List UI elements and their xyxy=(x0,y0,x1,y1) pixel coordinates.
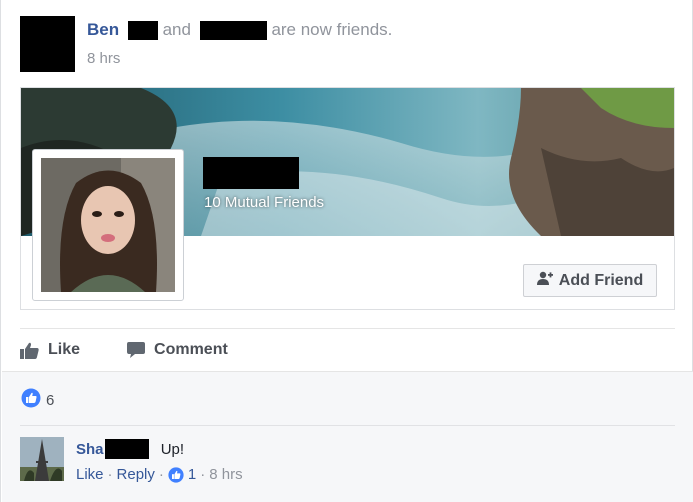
comment-author[interactable]: Sha xyxy=(76,439,149,459)
thumbs-up-icon xyxy=(20,342,39,359)
story-headline: Ben and are now friends. xyxy=(87,20,393,41)
profile-photo xyxy=(41,158,175,292)
friend-card: 10 Mutual Friends Add Friend xyxy=(20,87,675,310)
comment-label: Comment xyxy=(154,341,228,358)
comment-body: Sha Up! xyxy=(76,439,184,459)
actor-name[interactable]: Ben xyxy=(87,20,119,39)
comment-like-count[interactable]: 1 xyxy=(188,466,196,483)
redacted-name xyxy=(199,21,267,41)
like-label: Like xyxy=(48,341,81,358)
separator: · xyxy=(200,466,206,483)
comment-actions: Like · Reply · 1 · 8 hrs xyxy=(76,466,243,483)
redacted-name xyxy=(127,21,158,41)
story-action-text: are now friends. xyxy=(271,20,393,39)
separator: · xyxy=(107,466,113,483)
like-reaction-icon xyxy=(21,388,41,412)
comment-author-name: Sha xyxy=(76,440,104,458)
comment-like-link[interactable]: Like xyxy=(76,466,104,483)
profile-picture[interactable] xyxy=(32,149,184,301)
actor-avatar[interactable] xyxy=(20,16,75,72)
speech-bubble-icon xyxy=(127,341,146,359)
add-friend-icon xyxy=(536,271,553,291)
commenter-avatar[interactable] xyxy=(20,437,64,481)
reactions-comments-area: 6 Sha Up! Like · Reply · 1 · 8 hrs xyxy=(2,371,693,502)
mutual-friends-count[interactable]: 10 Mutual Friends xyxy=(204,194,324,211)
story-timestamp[interactable]: 8 hrs xyxy=(87,50,120,67)
comment-reply-link[interactable]: Reply xyxy=(117,466,155,483)
reaction-summary[interactable]: 6 xyxy=(21,388,54,412)
separator: · xyxy=(158,466,164,483)
divider xyxy=(20,328,675,329)
like-count: 6 xyxy=(46,391,55,409)
like-button[interactable]: Like xyxy=(20,341,80,359)
add-friend-button[interactable]: Add Friend xyxy=(523,264,657,297)
add-friend-label: Add Friend xyxy=(558,271,644,289)
action-bar: Like Comment xyxy=(20,336,228,364)
redacted-name xyxy=(104,439,149,459)
comment-button[interactable]: Comment xyxy=(127,341,228,359)
feed-story: Ben and are now friends. 8 hrs 10 Mutual… xyxy=(0,0,693,502)
comment-timestamp[interactable]: 8 hrs xyxy=(209,466,242,483)
redacted-friend-name xyxy=(203,157,299,189)
divider xyxy=(20,425,675,426)
like-reaction-icon xyxy=(168,466,184,483)
comment-text: Up! xyxy=(160,440,185,458)
story-connector: and xyxy=(162,20,191,39)
